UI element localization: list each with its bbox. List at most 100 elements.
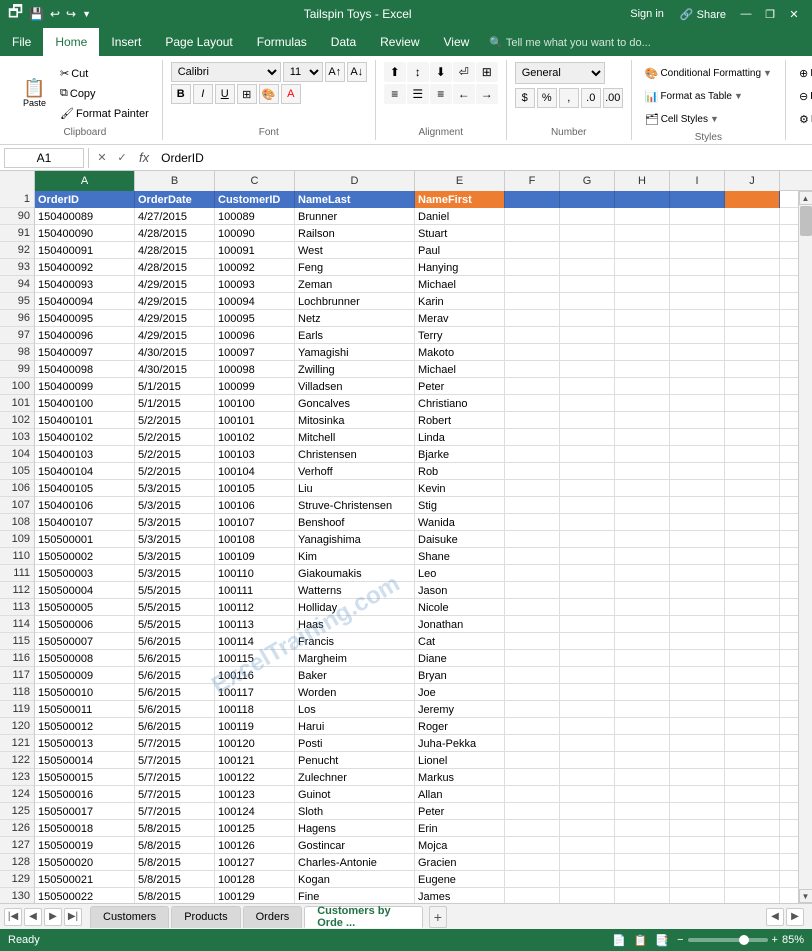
data-cell[interactable] xyxy=(725,837,780,854)
data-cell[interactable]: 150500011 xyxy=(35,701,135,718)
data-cell[interactable] xyxy=(560,361,615,378)
data-cell[interactable] xyxy=(725,310,780,327)
data-cell[interactable] xyxy=(560,225,615,242)
tab-data[interactable]: Data xyxy=(319,28,368,56)
data-cell[interactable]: 150400100 xyxy=(35,395,135,412)
name-box[interactable] xyxy=(4,148,84,168)
data-cell[interactable] xyxy=(560,718,615,735)
table-row[interactable]: 1505000065/5/2015100113HaasJonathan xyxy=(35,616,798,633)
data-cell[interactable] xyxy=(670,803,725,820)
data-cell[interactable] xyxy=(725,582,780,599)
close-btn[interactable]: ✕ xyxy=(784,4,804,24)
tab-customers-by-order[interactable]: Customers by Orde ... xyxy=(304,906,423,928)
data-cell[interactable] xyxy=(670,548,725,565)
data-cell[interactable] xyxy=(505,837,560,854)
data-cell[interactable] xyxy=(615,854,670,871)
data-cell[interactable] xyxy=(505,820,560,837)
font-name-select[interactable]: Calibri xyxy=(171,62,281,82)
data-cell[interactable]: Jeremy xyxy=(415,701,505,718)
table-row[interactable]: 1505000145/7/2015100121PenuchtLionel xyxy=(35,752,798,769)
data-cell[interactable]: Baker xyxy=(295,667,415,684)
data-cell[interactable] xyxy=(615,531,670,548)
data-cell[interactable]: Robert xyxy=(415,412,505,429)
data-cell[interactable]: 5/2/2015 xyxy=(135,463,215,480)
table-row[interactable]: OrderIDOrderDateCustomerIDNameLastNameFi… xyxy=(35,191,798,208)
data-cell[interactable] xyxy=(615,633,670,650)
data-cell[interactable] xyxy=(725,786,780,803)
data-cell[interactable]: 5/2/2015 xyxy=(135,446,215,463)
data-cell[interactable] xyxy=(725,650,780,667)
data-cell[interactable] xyxy=(560,616,615,633)
data-cell[interactable]: 100105 xyxy=(215,480,295,497)
sheet-nav-next[interactable]: ▶ xyxy=(44,908,62,926)
header-cell[interactable]: OrderID xyxy=(35,191,135,208)
data-cell[interactable]: 100099 xyxy=(215,378,295,395)
bold-btn[interactable]: B xyxy=(171,84,191,104)
data-cell[interactable] xyxy=(725,888,780,903)
currency-btn[interactable]: $ xyxy=(515,88,535,108)
data-cell[interactable]: 5/1/2015 xyxy=(135,395,215,412)
col-header-h[interactable]: H xyxy=(615,171,670,191)
data-cell[interactable]: 5/5/2015 xyxy=(135,582,215,599)
data-cell[interactable]: 100092 xyxy=(215,259,295,276)
data-cell[interactable] xyxy=(615,225,670,242)
vertical-scrollbar[interactable]: ▲ ▼ xyxy=(798,191,812,903)
data-cell[interactable] xyxy=(670,344,725,361)
data-cell[interactable] xyxy=(725,497,780,514)
data-cell[interactable]: 150400107 xyxy=(35,514,135,531)
data-cell[interactable]: 100106 xyxy=(215,497,295,514)
table-row[interactable]: 1504001065/3/2015100106Struve-Christense… xyxy=(35,497,798,514)
comma-btn[interactable]: , xyxy=(559,88,579,108)
data-cell[interactable]: Erin xyxy=(415,820,505,837)
data-cell[interactable] xyxy=(505,616,560,633)
data-cell[interactable] xyxy=(670,633,725,650)
data-cell[interactable]: 5/6/2015 xyxy=(135,650,215,667)
wrap-text-btn[interactable]: ⏎ xyxy=(453,62,475,82)
data-cell[interactable] xyxy=(725,344,780,361)
data-cell[interactable]: 100114 xyxy=(215,633,295,650)
data-cell[interactable]: Feng xyxy=(295,259,415,276)
data-cell[interactable]: 100110 xyxy=(215,565,295,582)
data-cell[interactable]: 100119 xyxy=(215,718,295,735)
data-cell[interactable] xyxy=(615,735,670,752)
data-cell[interactable]: 5/5/2015 xyxy=(135,599,215,616)
data-cell[interactable] xyxy=(505,361,560,378)
data-cell[interactable]: 150500022 xyxy=(35,888,135,903)
format-cells-btn[interactable]: ⚙ Format ▼ xyxy=(794,108,812,130)
format-as-table-btn[interactable]: 📊 Format as Table ▼ xyxy=(640,85,777,107)
data-cell[interactable] xyxy=(560,650,615,667)
table-row[interactable]: 1505000055/5/2015100112HollidayNicole xyxy=(35,599,798,616)
data-cell[interactable]: 150500018 xyxy=(35,820,135,837)
data-cell[interactable]: 150500021 xyxy=(35,871,135,888)
data-cell[interactable]: 150500019 xyxy=(35,837,135,854)
data-cell[interactable]: 5/1/2015 xyxy=(135,378,215,395)
data-cell[interactable]: Gostincar xyxy=(295,837,415,854)
data-cell[interactable]: Guinot xyxy=(295,786,415,803)
zoom-out-btn[interactable]: − xyxy=(677,934,683,946)
data-cell[interactable] xyxy=(615,667,670,684)
sheet-nav-first[interactable]: |◀ xyxy=(4,908,22,926)
data-cell[interactable]: Kogan xyxy=(295,871,415,888)
data-cell[interactable]: Mojca xyxy=(415,837,505,854)
align-top-btn[interactable]: ⬆ xyxy=(384,62,406,82)
table-row[interactable]: 1505000175/7/2015100124SlothPeter xyxy=(35,803,798,820)
data-cell[interactable] xyxy=(670,531,725,548)
table-row[interactable]: 1504000995/1/2015100099VilladsenPeter xyxy=(35,378,798,395)
table-row[interactable]: 1504001015/2/2015100101MitosinkaRobert xyxy=(35,412,798,429)
data-cell[interactable]: 100097 xyxy=(215,344,295,361)
data-cell[interactable] xyxy=(615,259,670,276)
data-cell[interactable] xyxy=(670,429,725,446)
data-cell[interactable]: 5/7/2015 xyxy=(135,752,215,769)
data-cell[interactable] xyxy=(725,531,780,548)
data-cell[interactable] xyxy=(615,888,670,903)
data-cell[interactable] xyxy=(560,599,615,616)
data-cell[interactable]: 100112 xyxy=(215,599,295,616)
data-cell[interactable] xyxy=(725,293,780,310)
data-cell[interactable] xyxy=(670,854,725,871)
data-cell[interactable]: Hagens xyxy=(295,820,415,837)
data-cell[interactable]: Peter xyxy=(415,378,505,395)
table-row[interactable]: 1505000095/6/2015100116BakerBryan xyxy=(35,667,798,684)
data-cell[interactable]: Allan xyxy=(415,786,505,803)
format-painter-btn[interactable]: 🖌 Format Painter xyxy=(55,105,154,123)
data-cell[interactable] xyxy=(560,548,615,565)
